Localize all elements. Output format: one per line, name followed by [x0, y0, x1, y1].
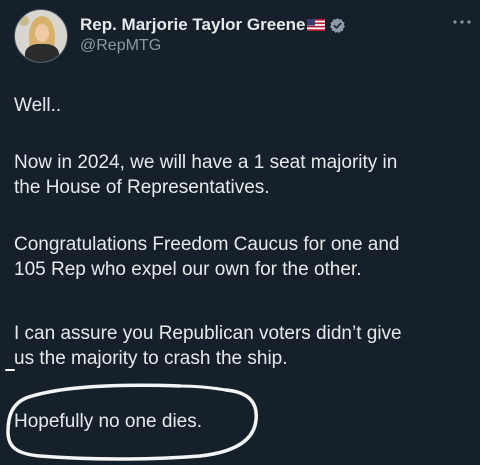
tweet-paragraph: Now in 2024, we will have a 1 seat major… — [14, 152, 398, 198]
avatar[interactable] — [14, 9, 68, 63]
tweet-paragraph: Well.. — [14, 95, 62, 116]
tweet-paragraph: Hopefully no one dies. — [14, 411, 203, 432]
author-handle[interactable]: @RepMTG — [80, 37, 161, 55]
tweet-paragraph: Congratulations Freedom Caucus for one a… — [14, 234, 400, 280]
verified-badge-icon — [330, 17, 346, 33]
name-row: Rep. Marjorie Taylor Greene — [80, 14, 346, 36]
tweet-card: Rep. Marjorie Taylor Greene @RepMTG Well… — [0, 0, 480, 465]
seal-icon — [19, 16, 29, 26]
more-options-icon[interactable] — [450, 10, 474, 34]
tweet-paragraph: I can assure you Republican voters didn’… — [14, 323, 402, 369]
display-name[interactable]: Rep. Marjorie Taylor Greene — [80, 15, 305, 35]
us-flag-icon — [307, 19, 326, 31]
avatar-face — [35, 24, 49, 42]
tweet-header: Rep. Marjorie Taylor Greene @RepMTG — [14, 8, 471, 64]
avatar-body — [25, 44, 59, 62]
